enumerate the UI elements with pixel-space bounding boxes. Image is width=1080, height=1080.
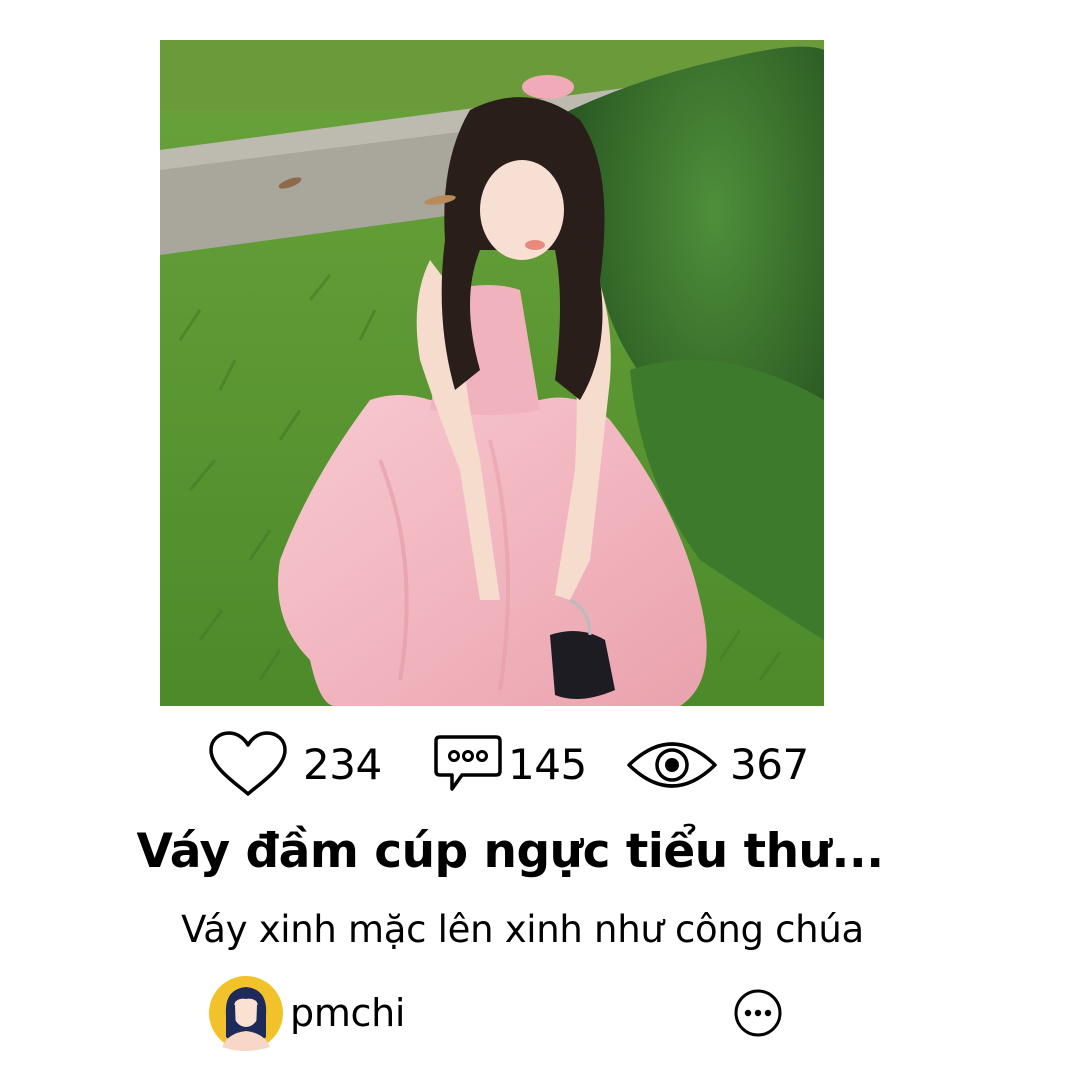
author-username[interactable]: pmchi (290, 991, 405, 1035)
author-row[interactable]: pmchi (208, 975, 405, 1051)
post-subtitle: Váy xinh mặc lên xinh như công chúa (181, 908, 864, 951)
comment-stat[interactable]: 145 (432, 730, 587, 800)
more-options-icon[interactable] (733, 988, 783, 1038)
post-photo (160, 40, 824, 706)
comment-count: 145 (508, 740, 587, 789)
post-image[interactable] (160, 40, 824, 706)
comment-bubble-icon[interactable] (432, 733, 504, 797)
view-count: 367 (730, 740, 809, 789)
post-stats: 234 145 367 (0, 730, 1080, 800)
heart-icon[interactable] (207, 730, 289, 800)
like-count: 234 (303, 740, 382, 789)
like-stat[interactable]: 234 (207, 730, 382, 800)
eye-icon[interactable] (626, 735, 718, 795)
post-title[interactable]: Váy đầm cúp ngực tiểu thư... (0, 820, 1020, 884)
view-stat[interactable]: 367 (626, 730, 809, 800)
avatar[interactable] (208, 975, 284, 1051)
